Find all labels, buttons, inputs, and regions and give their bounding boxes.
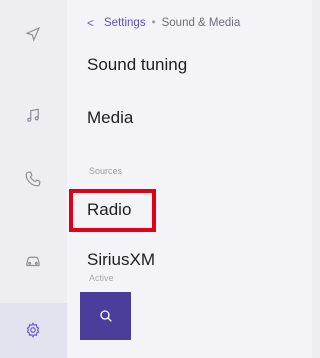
section-label-sources: Sources (89, 166, 123, 176)
menu-item-media[interactable]: Media (87, 108, 133, 128)
breadcrumb: < Settings • Sound & Media (87, 14, 240, 32)
back-arrow-icon[interactable]: < (87, 16, 94, 30)
breadcrumb-settings-link[interactable]: Settings (104, 17, 146, 29)
music-icon[interactable] (21, 104, 45, 128)
breadcrumb-separator: • (151, 17, 156, 29)
radio-highlight-box (69, 189, 156, 232)
breadcrumb-current: Sound & Media (161, 17, 241, 29)
navigation-icon[interactable] (21, 22, 45, 46)
menu-item-sound-tuning[interactable]: Sound tuning (87, 55, 187, 75)
phone-icon[interactable] (21, 167, 45, 191)
settings-icon[interactable] (21, 318, 45, 342)
side-rail (0, 0, 67, 358)
car-icon[interactable] (21, 249, 45, 273)
siriusxm-status: Active (89, 273, 114, 283)
search-icon (99, 310, 112, 322)
search-button[interactable] (80, 292, 131, 340)
menu-item-siriusxm[interactable]: SiriusXM (87, 250, 155, 270)
